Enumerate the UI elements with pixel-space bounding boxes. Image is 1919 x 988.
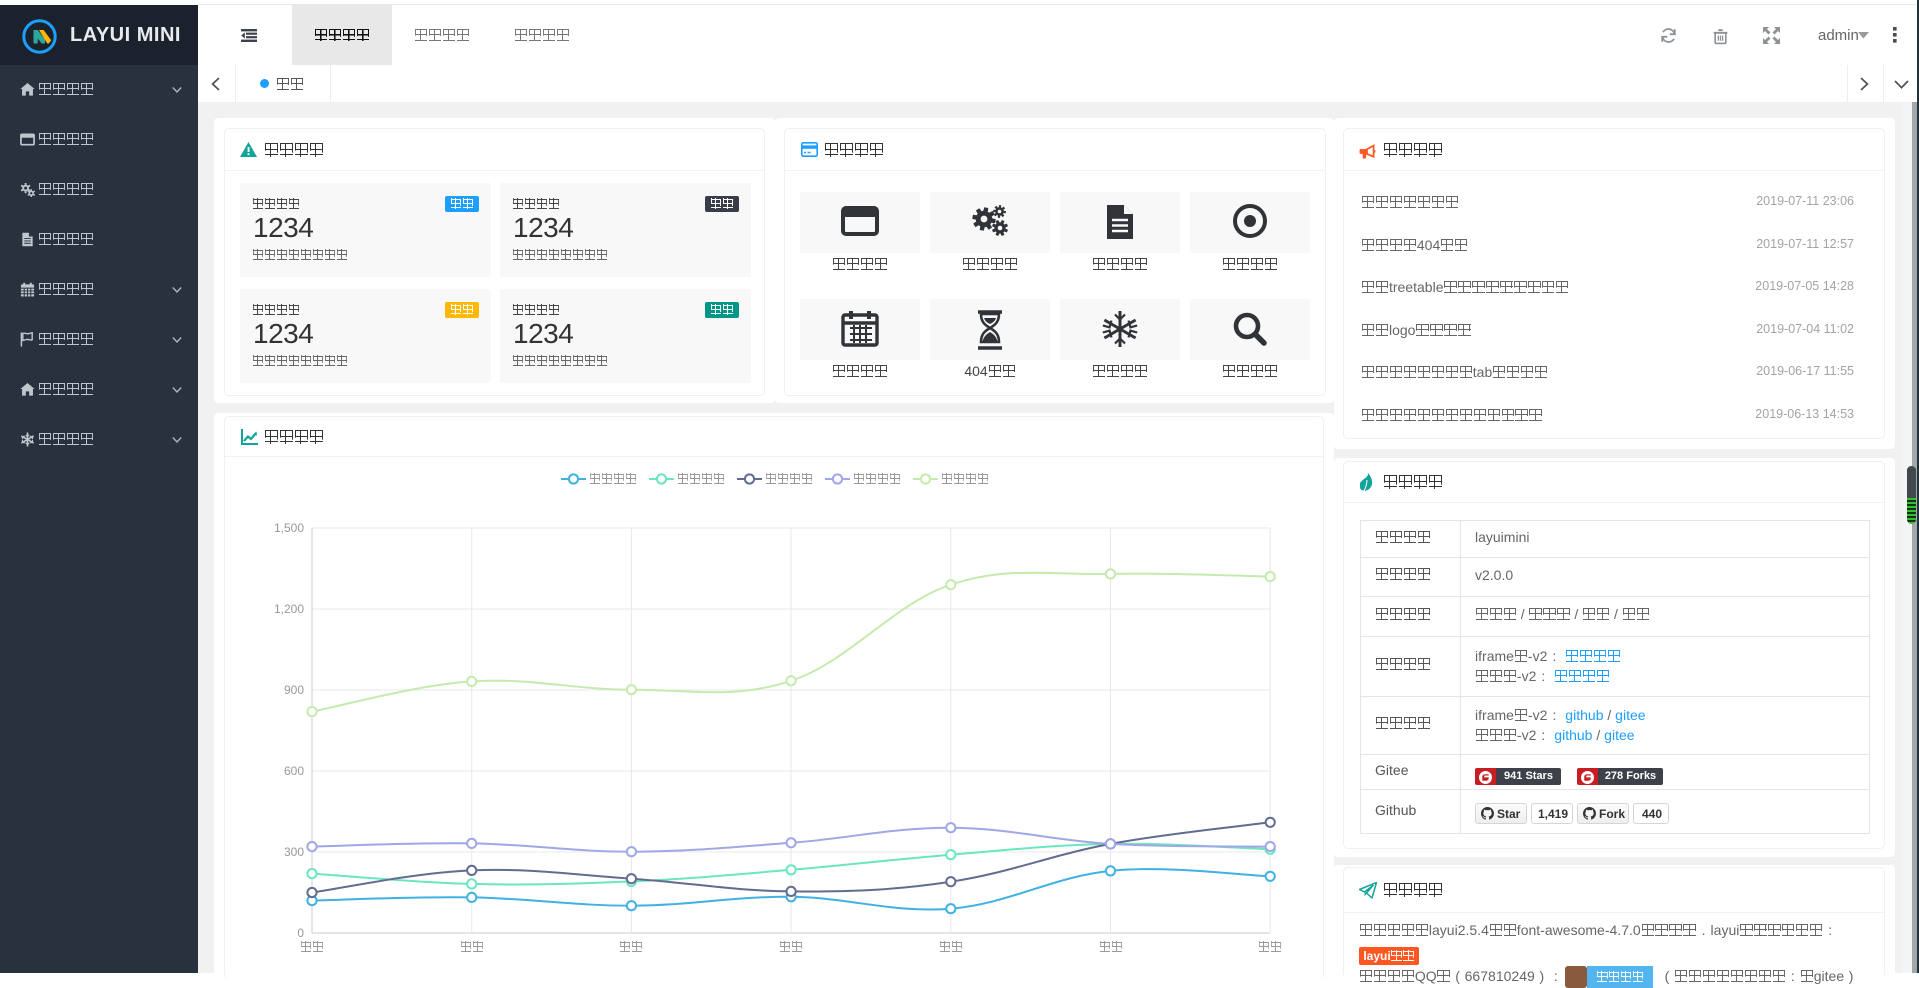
- svg-text:0: 0: [297, 926, 304, 940]
- svg-text:1,500: 1,500: [274, 521, 304, 535]
- svg-text:600: 600: [284, 764, 304, 778]
- svg-text:900: 900: [284, 683, 304, 697]
- svg-text:300: 300: [284, 845, 304, 859]
- svg-text:1,200: 1,200: [274, 602, 304, 616]
